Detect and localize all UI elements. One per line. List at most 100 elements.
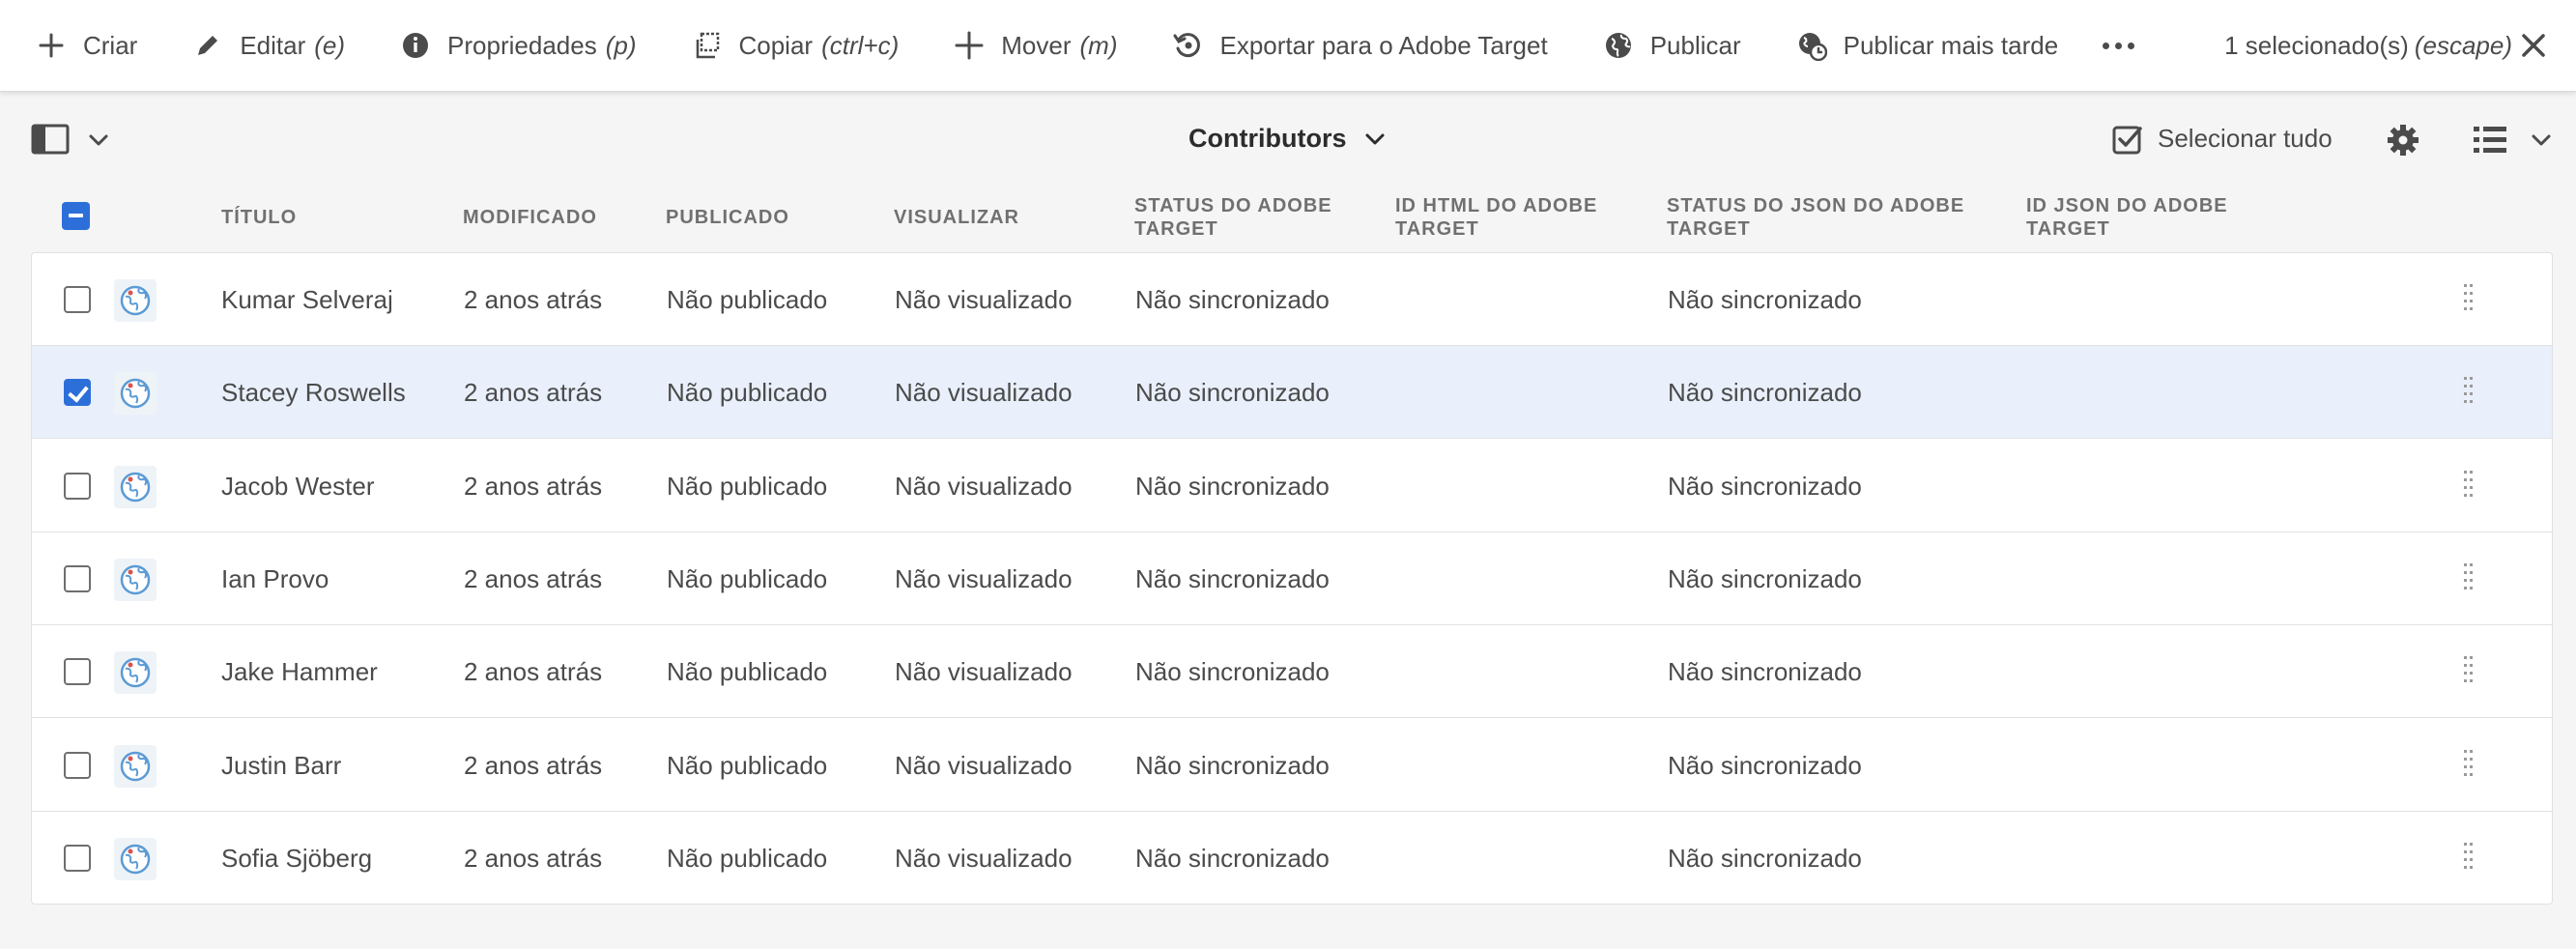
- move-shortcut: (m): [1079, 30, 1118, 60]
- export-target-button[interactable]: Exportar para o Adobe Target: [1171, 0, 1548, 92]
- selection-escape-hint: (escape): [2414, 31, 2512, 60]
- cell-target-json-status: Não sincronizado: [1668, 471, 1862, 501]
- cell-published: Não publicado: [667, 284, 828, 314]
- column-header-title[interactable]: TÍTULO: [221, 206, 297, 229]
- cell-modified: 2 anos atrás: [464, 377, 603, 407]
- table-row[interactable]: Justin Barr 2 anos atrás Não publicado N…: [32, 719, 2552, 812]
- select-all-button[interactable]: Selecionar tudo: [2111, 93, 2333, 185]
- column-header-modified[interactable]: MODIFICADO: [463, 206, 597, 229]
- collection-title: Contributors: [1188, 124, 1347, 153]
- content-fragment-icon: [114, 466, 157, 508]
- cell-modified: 2 anos atrás: [464, 656, 603, 686]
- row-checkbox[interactable]: [64, 845, 91, 872]
- table-row[interactable]: Sofia Sjöberg 2 anos atrás Não publicado…: [32, 812, 2552, 905]
- cell-target-json-status: Não sincronizado: [1668, 656, 1862, 686]
- select-all-icon: [2112, 126, 2142, 154]
- select-all-label: Selecionar tudo: [2158, 124, 2333, 153]
- cell-modified: 2 anos atrás: [464, 843, 603, 873]
- edit-button[interactable]: Editar (e): [191, 0, 345, 92]
- cell-title[interactable]: Stacey Roswells: [221, 346, 406, 439]
- drag-handle-icon[interactable]: [2463, 469, 2475, 503]
- close-selection-icon[interactable]: [2516, 28, 2551, 63]
- copy-icon: [690, 29, 723, 62]
- column-header-preview[interactable]: VISUALIZAR: [894, 206, 1019, 229]
- cell-target-json-status: Não sincronizado: [1668, 377, 1862, 407]
- gear-icon[interactable]: [2385, 122, 2421, 158]
- table-row[interactable]: Ian Provo 2 anos atrás Não publicado Não…: [32, 532, 2552, 625]
- drag-handle-icon[interactable]: [2463, 282, 2475, 317]
- create-button[interactable]: Criar: [35, 0, 137, 92]
- publish-label: Publicar: [1649, 30, 1741, 60]
- cell-preview: Não visualizado: [895, 284, 1073, 314]
- drag-handle-icon[interactable]: [2463, 654, 2475, 689]
- cell-title[interactable]: Kumar Selveraj: [221, 253, 393, 346]
- move-label: Mover: [1001, 30, 1072, 60]
- row-checkbox[interactable]: [64, 286, 91, 313]
- cell-target-status: Não sincronizado: [1135, 377, 1330, 407]
- rail-toggle-icon[interactable]: [31, 123, 70, 156]
- edit-label: Editar: [240, 30, 306, 60]
- collection-title-dropdown[interactable]: Contributors: [1188, 93, 1387, 185]
- more-dot-icon: [2128, 42, 2135, 49]
- move-button[interactable]: Mover (m): [953, 0, 1117, 92]
- row-checkbox[interactable]: [64, 752, 91, 779]
- list-view-icon[interactable]: [2472, 122, 2508, 158]
- row-checkbox[interactable]: [64, 658, 91, 685]
- cell-target-json-status: Não sincronizado: [1668, 563, 1862, 593]
- drag-handle-icon[interactable]: [2463, 748, 2475, 783]
- drag-handle-icon[interactable]: [2463, 841, 2475, 876]
- table-row[interactable]: Jacob Wester 2 anos atrás Não publicado …: [32, 440, 2552, 532]
- cell-title[interactable]: Jake Hammer: [221, 625, 378, 718]
- cell-title[interactable]: Sofia Sjöberg: [221, 812, 372, 905]
- edit-shortcut: (e): [314, 30, 346, 60]
- cell-published: Não publicado: [667, 843, 828, 873]
- add-icon: [35, 29, 68, 62]
- publish-later-label: Publicar mais tarde: [1843, 30, 2059, 60]
- more-dot-icon: [2115, 42, 2123, 49]
- publish-later-button[interactable]: Publicar mais tarde: [1795, 0, 2059, 92]
- column-header-target-json-id[interactable]: ID JSON DO ADOBE TARGET: [2026, 194, 2268, 241]
- cell-title[interactable]: Justin Barr: [221, 719, 341, 812]
- column-header-target-status[interactable]: STATUS DO ADOBE TARGET: [1134, 194, 1376, 241]
- cell-title[interactable]: Jacob Wester: [221, 440, 374, 532]
- cell-published: Não publicado: [667, 471, 828, 501]
- drag-handle-icon[interactable]: [2463, 561, 2475, 596]
- column-header-published[interactable]: PUBLICADO: [666, 206, 789, 229]
- chevron-down-icon[interactable]: [2530, 129, 2553, 152]
- chevron-down-icon[interactable]: [87, 129, 110, 152]
- content-fragment-icon: [114, 559, 157, 601]
- cell-preview: Não visualizado: [895, 750, 1073, 780]
- more-actions-button[interactable]: [2103, 0, 2135, 92]
- table-row[interactable]: Jake Hammer 2 anos atrás Não publicado N…: [32, 625, 2552, 718]
- move-icon: [953, 29, 986, 62]
- chevron-down-icon: [1365, 133, 1385, 144]
- row-checkbox[interactable]: [64, 565, 91, 592]
- drag-handle-icon[interactable]: [2463, 375, 2475, 410]
- properties-button[interactable]: Propriedades (p): [399, 0, 636, 92]
- copy-label: Copiar: [738, 30, 814, 60]
- cell-preview: Não visualizado: [895, 471, 1073, 501]
- table-row[interactable]: Stacey Roswells 2 anos atrás Não publica…: [32, 346, 2552, 439]
- edit-icon: [191, 29, 224, 62]
- cell-target-json-status: Não sincronizado: [1668, 843, 1862, 873]
- cell-preview: Não visualizado: [895, 843, 1073, 873]
- cell-title[interactable]: Ian Provo: [221, 532, 329, 625]
- cell-target-status: Não sincronizado: [1135, 563, 1330, 593]
- copy-button[interactable]: Copiar (ctrl+c): [690, 0, 899, 92]
- row-checkbox[interactable]: [64, 379, 91, 406]
- cell-modified: 2 anos atrás: [464, 471, 603, 501]
- content-fragment-icon: [114, 745, 157, 788]
- table-body: Kumar Selveraj 2 anos atrás Não publicad…: [31, 252, 2553, 905]
- cell-preview: Não visualizado: [895, 377, 1073, 407]
- cell-published: Não publicado: [667, 377, 828, 407]
- cell-modified: 2 anos atrás: [464, 750, 603, 780]
- row-checkbox[interactable]: [64, 473, 91, 500]
- info-icon: [399, 29, 432, 62]
- publish-button[interactable]: Publicar: [1602, 0, 1741, 92]
- select-all-checkbox[interactable]: [62, 202, 90, 230]
- column-header-target-html-id[interactable]: ID HTML DO ADOBE TARGET: [1395, 194, 1637, 241]
- column-header-target-json-status[interactable]: STATUS DO JSON DO ADOBE TARGET: [1667, 194, 2005, 241]
- table-row[interactable]: Kumar Selveraj 2 anos atrás Não publicad…: [32, 253, 2552, 346]
- content-fragment-icon: [114, 651, 157, 694]
- cell-published: Não publicado: [667, 656, 828, 686]
